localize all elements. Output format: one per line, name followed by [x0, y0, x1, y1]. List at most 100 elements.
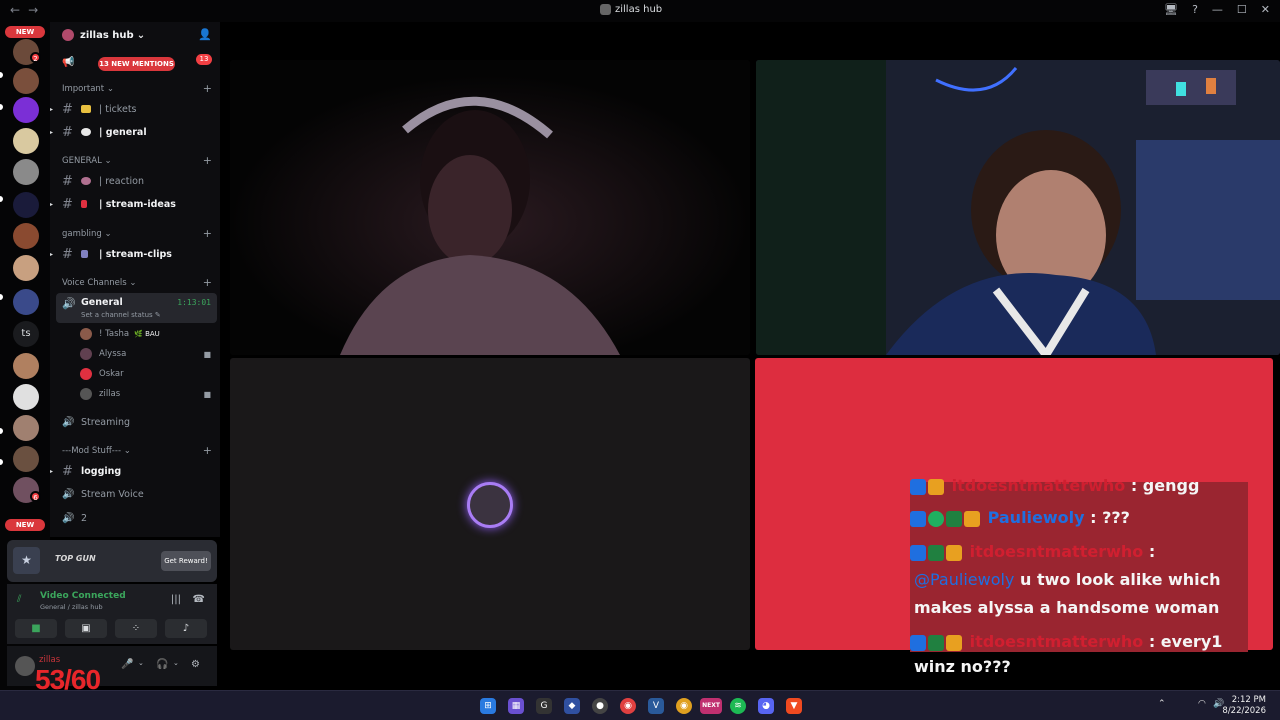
connection-location[interactable]: General / zillas hub — [40, 603, 103, 611]
close-button[interactable]: ✕ — [1261, 3, 1270, 16]
help-icon[interactable]: ? — [1192, 3, 1198, 16]
server-icon[interactable] — [13, 353, 39, 379]
chrome-icon[interactable]: ◉ — [676, 698, 692, 714]
channel-reaction[interactable]: # | reaction — [50, 171, 220, 191]
new-badge-bottom[interactable]: NEW — [5, 519, 45, 531]
server-icon[interactable] — [13, 223, 39, 249]
vscode-icon[interactable]: V — [648, 698, 664, 714]
headphones-icon[interactable]: 🎧 — [156, 659, 168, 670]
new-badge-top[interactable]: NEW — [5, 26, 45, 38]
voice-channel-streaming[interactable]: 🔊 Streaming — [50, 412, 220, 432]
brave-icon[interactable]: ▼ — [786, 698, 802, 714]
chat-message: Pauliewoly : ??? — [910, 504, 1248, 532]
unread-pill — [0, 196, 3, 202]
new-mentions-banner[interactable]: 13 NEW MENTIONS — [98, 57, 175, 71]
category-general[interactable]: GENERAL ⌄ + — [62, 154, 212, 170]
tray-overflow-icon[interactable]: ⌃ — [1158, 699, 1166, 709]
connection-status[interactable]: Video Connected — [40, 591, 126, 601]
chat-message-continued: @Pauliewoly u two look alike which — [910, 566, 1248, 594]
discord-icon[interactable]: ◕ — [758, 698, 774, 714]
channel-tickets[interactable]: ▸ # | tickets — [50, 99, 220, 119]
server-header[interactable]: zillas hub ⌄ 👤 — [50, 22, 220, 48]
noise-suppression-icon[interactable]: ||| — [171, 594, 181, 605]
add-channel-icon[interactable]: + — [203, 276, 212, 289]
voice-member[interactable]: Alyssa ■ — [80, 346, 215, 362]
category-voice[interactable]: Voice Channels ⌄ + — [62, 276, 212, 292]
invite-icon[interactable]: 👤 — [198, 28, 212, 41]
back-arrow-icon[interactable]: ← — [10, 3, 20, 17]
channel-stream-clips[interactable]: ▸ # | stream-clips — [50, 244, 220, 264]
clock-date: 8/22/2026 — [1222, 706, 1266, 716]
screen-share-button[interactable]: ▣ — [65, 619, 107, 638]
spotify-icon[interactable]: ≋ — [730, 698, 746, 714]
server-icon[interactable] — [13, 159, 39, 185]
widgets-icon[interactable]: ▦ — [508, 698, 524, 714]
add-channel-icon[interactable]: + — [203, 227, 212, 240]
video-tile-webcam-1[interactable] — [230, 60, 750, 355]
chat-message: itdoesntmatterwho : gengg — [910, 472, 1248, 500]
member-tag: 🌿 BAU — [134, 330, 160, 338]
voice-channel-name: General — [81, 297, 123, 308]
next-app-icon[interactable]: NEXT — [700, 698, 722, 714]
soundboard-button[interactable]: ♪ — [165, 619, 207, 638]
category-mod-stuff[interactable]: ---Mod Stuff--- ⌄ + — [62, 444, 212, 460]
disconnect-icon[interactable]: ☎ — [193, 594, 205, 605]
channel-stream-ideas[interactable]: ▸ # | stream-ideas — [50, 194, 220, 214]
server-icon[interactable] — [13, 68, 39, 94]
logitech-icon[interactable]: G — [536, 698, 552, 714]
server-icon[interactable] — [13, 128, 39, 154]
server-icon[interactable] — [13, 289, 39, 315]
inbox-icon[interactable]: 🖥 — [1164, 3, 1178, 16]
voice-channel-2[interactable]: 🔊 2 — [50, 508, 220, 528]
channel-label: | general — [99, 126, 147, 138]
category-label: GENERAL ⌄ — [62, 156, 112, 166]
speaker-icon: 🔊 — [62, 488, 75, 500]
video-tile-webcam-2[interactable] — [756, 60, 1280, 355]
channel-status[interactable]: Set a channel status ✎ — [81, 311, 161, 319]
category-gambling[interactable]: gambling ⌄ + — [62, 227, 212, 243]
add-channel-icon[interactable]: + — [203, 82, 212, 95]
system-clock[interactable]: 2:12 PM 8/22/2026 — [1222, 695, 1266, 717]
voice-member[interactable]: ! Tasha 🌿 BAU — [80, 326, 215, 342]
channel-logging[interactable]: ▸ # logging — [50, 461, 220, 481]
chevron-down-icon[interactable]: ⌄ — [138, 659, 144, 667]
microphone-icon[interactable]: 🎤 — [121, 659, 133, 670]
add-channel-icon[interactable]: + — [203, 154, 212, 167]
hash-icon: # — [62, 173, 73, 189]
vpn-icon[interactable]: ◆ — [564, 698, 580, 714]
forward-arrow-icon[interactable]: → — [28, 3, 38, 17]
server-icon[interactable] — [13, 446, 39, 472]
channel-general[interactable]: ▸ # | general — [50, 122, 220, 142]
server-icon[interactable] — [13, 97, 39, 123]
folder-icon[interactable] — [13, 192, 39, 218]
avatar[interactable] — [15, 656, 35, 676]
chrome-icon[interactable]: ◉ — [620, 698, 636, 714]
video-tile-voice-only[interactable] — [230, 358, 750, 650]
voice-channel-stream-voice[interactable]: 🔊 Stream Voice — [50, 484, 220, 504]
camera-button[interactable]: ■ — [15, 619, 57, 638]
get-reward-button[interactable]: Get Reward! — [161, 551, 211, 571]
chevron-down-icon[interactable]: ⌄ — [173, 659, 179, 667]
windows-start-icon[interactable]: ⊞ — [480, 698, 496, 714]
server-icon[interactable] — [13, 255, 39, 281]
voice-member[interactable]: Oskar — [80, 366, 215, 382]
unread-dot: ▸ — [50, 250, 54, 258]
channel-label: 2 — [81, 512, 88, 524]
voice-channel-general[interactable]: 🔊 General 1:13:01 Set a channel status ✎ — [56, 293, 217, 323]
camera-icon: ■ — [203, 389, 211, 399]
maximize-button[interactable]: ☐ — [1237, 3, 1247, 16]
wifi-icon[interactable]: ◠ — [1198, 699, 1206, 709]
signal-icon[interactable]: ⫽ — [17, 594, 21, 605]
add-channel-icon[interactable]: + — [203, 444, 212, 457]
voice-member[interactable]: zillas ■ — [80, 386, 215, 402]
category-important[interactable]: Important ⌄ + — [62, 82, 212, 98]
minimize-button[interactable]: — — [1212, 3, 1223, 16]
window-title-text: zillas hub — [615, 4, 663, 15]
clip-emoji-icon — [81, 250, 88, 258]
server-icon[interactable] — [13, 415, 39, 441]
server-icon-ts[interactable]: ts — [13, 321, 39, 347]
server-icon[interactable] — [13, 384, 39, 410]
gear-icon[interactable]: ⚙ — [191, 659, 200, 670]
activities-button[interactable]: ⁘ — [115, 619, 157, 638]
obs-icon[interactable]: ● — [592, 698, 608, 714]
